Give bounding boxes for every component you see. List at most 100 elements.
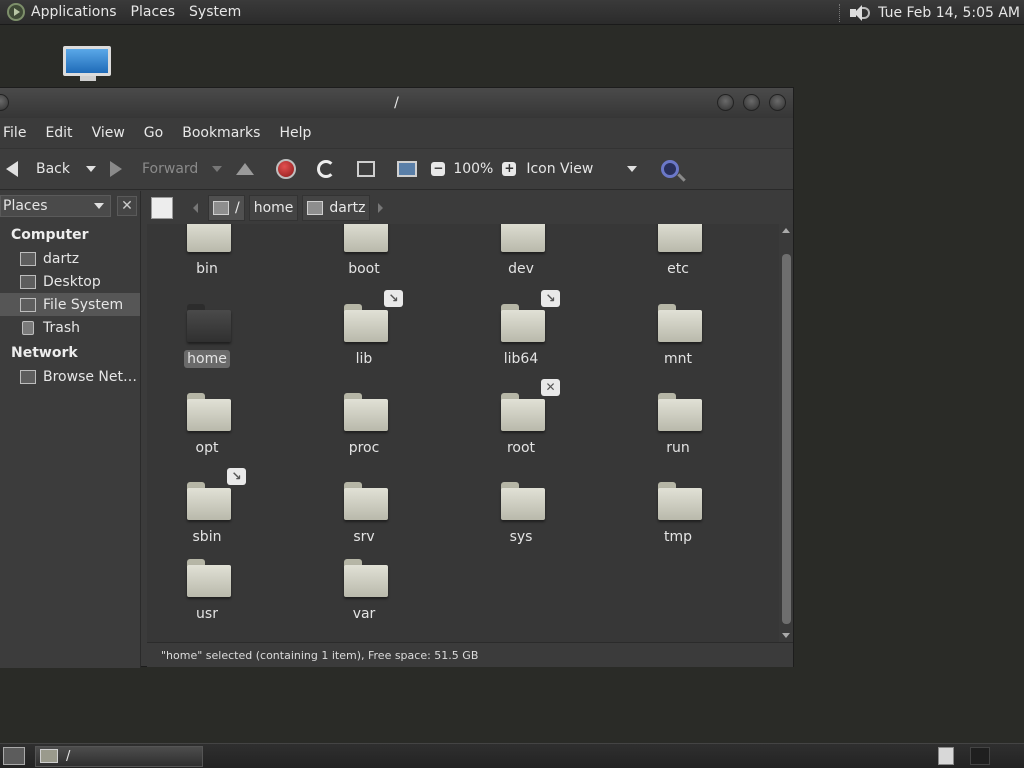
folder-icon (40, 749, 58, 763)
file-item-home[interactable]: home (147, 304, 267, 384)
file-item-dev[interactable]: dev (461, 224, 581, 294)
sidebar-item-desktop[interactable]: Desktop (0, 270, 140, 293)
search-icon[interactable] (661, 160, 680, 178)
file-item-etc[interactable]: etc (618, 224, 738, 294)
up-arrow-icon[interactable] (236, 163, 255, 175)
file-label: sbin (192, 529, 222, 545)
taskbar-window-button[interactable]: / (35, 745, 203, 767)
file-item-lib[interactable]: ↘ lib (304, 290, 424, 384)
places-menu[interactable]: Places (131, 4, 176, 20)
file-item-bin[interactable]: ↘bin (147, 224, 267, 294)
window-menu-button[interactable] (0, 94, 9, 111)
forward-history-dropdown[interactable] (212, 166, 223, 172)
file-item-usr[interactable]: usr (147, 559, 267, 639)
menu-go[interactable]: Go (144, 125, 163, 141)
zoom-in-icon[interactable]: + (502, 162, 517, 176)
sidebar: Places ✕ Computer dartz Desktop File Sys… (0, 191, 141, 668)
scrollbar[interactable] (779, 224, 793, 642)
sidebar-item-dartz[interactable]: dartz (0, 247, 140, 270)
status-bar: "home" selected (containing 1 item), Fre… (147, 642, 793, 667)
forward-button[interactable]: Forward (110, 161, 198, 177)
back-button[interactable]: Back (6, 161, 70, 177)
computer-desktop-icon[interactable] (63, 46, 113, 86)
file-item-lib64[interactable]: ↘ lib64 (461, 290, 581, 384)
file-label-wrap: sys (438, 529, 604, 545)
bottom-panel: / (0, 743, 1024, 768)
file-label-wrap: proc (281, 440, 447, 456)
toolbar: Back Forward − 100% + Icon View (0, 148, 793, 190)
zoom-out-icon[interactable]: − (431, 162, 446, 176)
symlink-emblem-icon: ↘ (384, 290, 403, 307)
file-item-boot[interactable]: boot (304, 224, 424, 294)
file-item-sys[interactable]: sys (461, 482, 581, 562)
sidebar-item-browse-network[interactable]: Browse Net… (0, 365, 140, 388)
menu-edit[interactable]: Edit (45, 125, 72, 141)
breadcrumb-root[interactable]: / (208, 194, 245, 221)
folder-icon (187, 559, 231, 597)
menu-bookmarks[interactable]: Bookmarks (182, 125, 260, 141)
file-label: boot (348, 261, 380, 277)
file-label-wrap: boot (281, 261, 447, 277)
applications-logo-icon[interactable] (7, 3, 25, 21)
icon-view[interactable]: ↘binbootdevetchome↘lib↘lib64mntoptproc✕r… (147, 224, 779, 642)
applications-menu[interactable]: Applications (31, 4, 117, 20)
folder-icon (501, 304, 545, 342)
back-history-dropdown[interactable] (86, 166, 96, 172)
path-bar: / home dartz (147, 191, 793, 224)
scroll-up-icon[interactable] (782, 228, 790, 233)
workspace-1[interactable] (938, 747, 954, 765)
close-button[interactable] (769, 94, 786, 111)
file-label-wrap: var (281, 606, 447, 622)
maximize-button[interactable] (743, 94, 760, 111)
file-label-wrap: lib (281, 351, 447, 367)
path-scroll-right-icon[interactable] (378, 202, 384, 213)
home-icon[interactable] (357, 161, 376, 177)
menu-file[interactable]: File (3, 125, 26, 141)
menu-help[interactable]: Help (279, 125, 311, 141)
show-desktop-icon[interactable] (3, 747, 25, 765)
breadcrumb-home[interactable]: home (248, 194, 299, 221)
scroll-down-icon[interactable] (782, 633, 790, 638)
file-label-wrap: srv (281, 529, 447, 545)
file-item-proc[interactable]: proc (304, 393, 424, 473)
reload-icon[interactable] (317, 160, 336, 178)
file-item-run[interactable]: run (618, 393, 738, 473)
view-mode-select[interactable]: Icon View (526, 161, 638, 177)
sidebar-item-label: Browse Net… (43, 368, 138, 385)
forward-arrow-icon (110, 161, 122, 177)
sidebar-item-file-system[interactable]: File System (0, 293, 140, 316)
sidebar-pane-select[interactable]: Places (0, 195, 111, 217)
file-item-srv[interactable]: srv (304, 482, 424, 562)
folder-icon (187, 393, 231, 431)
edit-location-icon[interactable] (151, 196, 173, 219)
file-item-sbin[interactable]: ↘ sbin (147, 468, 267, 562)
file-label-wrap: etc (595, 261, 761, 277)
close-sidebar-icon[interactable]: ✕ (117, 196, 137, 216)
file-item-root[interactable]: ✕ root (461, 379, 581, 473)
computer-icon[interactable] (397, 161, 418, 177)
menu-view[interactable]: View (92, 125, 125, 141)
folder-icon (658, 482, 702, 520)
workspace-2[interactable] (970, 747, 990, 765)
file-item-var[interactable]: var (304, 559, 424, 639)
system-menu[interactable]: System (189, 4, 241, 20)
symlink-emblem-icon: ↘ (227, 468, 246, 485)
window-titlebar[interactable]: / (0, 88, 793, 118)
minimize-button[interactable] (717, 94, 734, 111)
volume-icon[interactable] (848, 4, 871, 22)
clock[interactable]: Tue Feb 14, 5:05 AM (878, 5, 1020, 21)
folder-icon (344, 393, 388, 431)
breadcrumb-dartz[interactable]: dartz (302, 194, 371, 221)
breadcrumb-label: dartz (329, 199, 366, 216)
menubar: File Edit View Go Bookmarks Help (0, 118, 793, 148)
file-item-mnt[interactable]: mnt (618, 304, 738, 384)
path-scroll-left-icon[interactable] (193, 202, 198, 213)
stop-icon[interactable] (276, 159, 297, 179)
sidebar-item-trash[interactable]: Trash (0, 316, 140, 339)
file-label-wrap: root (438, 440, 604, 456)
file-label: dev (508, 261, 534, 277)
scrollbar-thumb[interactable] (782, 254, 791, 624)
file-item-opt[interactable]: opt (147, 393, 267, 473)
file-item-tmp[interactable]: tmp (618, 482, 738, 562)
folder-icon (344, 482, 388, 520)
